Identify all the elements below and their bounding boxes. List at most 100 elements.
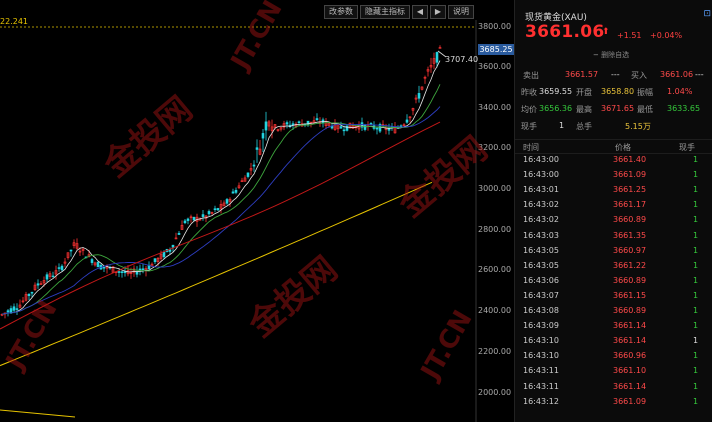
tick-time: 16:43:02 bbox=[523, 200, 559, 210]
candle-body bbox=[264, 121, 268, 131]
candle-body bbox=[117, 271, 121, 273]
tick-row: 16:43:02 3661.17 1 bbox=[515, 197, 712, 212]
candle-body bbox=[45, 274, 49, 280]
yaxis-tick: 3000.00 bbox=[478, 184, 512, 193]
candle-body bbox=[141, 268, 145, 271]
tick-row: 16:43:02 3660.89 1 bbox=[515, 212, 712, 227]
tick-row: 16:43:10 3660.96 1 bbox=[515, 348, 712, 363]
tick-price: 3661.10 bbox=[613, 366, 647, 376]
candle-body bbox=[345, 125, 349, 131]
tick-time: 16:43:02 bbox=[523, 215, 559, 225]
tick-price: 3661.40 bbox=[613, 155, 647, 164]
tick-volume: 1 bbox=[693, 215, 699, 225]
candle-body bbox=[90, 259, 94, 263]
stat-value: 3633.65 bbox=[667, 104, 701, 113]
candle-body bbox=[417, 93, 421, 99]
tick-row: 16:43:06 3660.89 1 bbox=[515, 273, 712, 288]
stat-label: 昨收 bbox=[521, 88, 537, 97]
candle-body bbox=[15, 308, 19, 310]
candle-body bbox=[60, 265, 64, 271]
tick-time: 16:43:10 bbox=[523, 351, 559, 361]
indicator-line bbox=[0, 409, 76, 418]
candle-body bbox=[297, 121, 301, 124]
tick-time: 16:43:00 bbox=[523, 170, 559, 180]
candle-body bbox=[375, 127, 379, 130]
candle-body bbox=[123, 271, 127, 274]
tick-volume: 1 bbox=[693, 306, 699, 315]
add-watchlist-icon[interactable]: ⊡ bbox=[703, 9, 711, 19]
stat-label: 最高 bbox=[576, 105, 592, 114]
stats-row: 昨收 3659.55 开盘 3658.80 振幅 1.04% bbox=[521, 84, 712, 101]
tick-price: 3661.09 bbox=[613, 396, 647, 406]
orderbook-row: 卖出 3661.57 --- 买入 3661.06 --- bbox=[519, 66, 712, 84]
tick-time: 16:43:05 bbox=[523, 245, 559, 255]
left-arrow-icon[interactable]: ◀ bbox=[412, 5, 428, 19]
tick-time: 16:43:10 bbox=[523, 336, 559, 346]
tick-price: 3660.89 bbox=[613, 306, 647, 315]
quote-panel: 现货黄金(XAU) ⊡ 3661.06 ⬆ +1.51 +0.04% − 删除自… bbox=[514, 0, 712, 422]
price-change: +1.51 bbox=[617, 31, 642, 40]
stats-row: 现手 1 总手 5.15万 bbox=[521, 118, 712, 135]
tick-row: 16:43:12 3661.09 1 bbox=[515, 394, 712, 409]
yaxis-tick: 2400.00 bbox=[478, 306, 512, 315]
help-button[interactable]: 说明 bbox=[448, 5, 474, 19]
candle-body bbox=[369, 123, 373, 125]
tick-price: 3661.22 bbox=[613, 260, 647, 270]
candle-body bbox=[285, 122, 289, 125]
candle-body bbox=[12, 306, 16, 311]
candle-body bbox=[435, 52, 439, 63]
price-chart-area[interactable]: 22.241 改参数 隐藏主指标 ◀ ▶ 说明 3800.00 3685.25 … bbox=[0, 0, 514, 422]
tick-time: 16:43:12 bbox=[523, 396, 559, 406]
tick-volume: 1 bbox=[693, 230, 699, 240]
tick-time: 16:43:11 bbox=[523, 366, 559, 376]
change-params-button[interactable]: 改参数 bbox=[324, 5, 358, 19]
tick-volume: 1 bbox=[693, 381, 699, 391]
price-change-pct: +0.04% bbox=[650, 31, 683, 40]
candle-body bbox=[36, 283, 40, 286]
tick-volume: 1 bbox=[693, 200, 699, 210]
chart-toolbar: 改参数 隐藏主指标 ◀ ▶ 说明 bbox=[324, 5, 474, 19]
tick-time: 16:43:07 bbox=[523, 290, 559, 300]
stat-value: 1 bbox=[559, 121, 565, 130]
candle-body bbox=[246, 172, 250, 177]
tick-price: 3660.89 bbox=[613, 275, 647, 285]
yaxis-tick: 2200.00 bbox=[478, 347, 512, 356]
ma-long-line bbox=[0, 121, 441, 330]
candle-body bbox=[177, 232, 181, 235]
tick-time: 16:43:05 bbox=[523, 260, 559, 270]
candle-body bbox=[207, 211, 211, 215]
tick-row: 16:43:05 3660.97 1 bbox=[515, 243, 712, 258]
candlestick-chart[interactable] bbox=[0, 0, 514, 422]
tick-price: 3661.14 bbox=[613, 381, 647, 391]
candle-body bbox=[315, 118, 319, 121]
candle-body bbox=[291, 123, 295, 126]
tick-time: 16:43:09 bbox=[523, 321, 559, 331]
candle-body bbox=[213, 208, 217, 211]
candle-body bbox=[216, 208, 220, 211]
stat-value: 1.04% bbox=[667, 87, 693, 96]
candle-body bbox=[255, 147, 259, 150]
stat-label: 均价 bbox=[521, 105, 537, 114]
yaxis-tick: 3400.00 bbox=[478, 103, 512, 112]
candle-body bbox=[69, 249, 73, 252]
tick-time: 16:43:08 bbox=[523, 306, 559, 315]
right-arrow-icon[interactable]: ▶ bbox=[430, 5, 446, 19]
yaxis-tick: 3200.00 bbox=[478, 143, 512, 152]
candle-body bbox=[51, 275, 55, 278]
candle-body bbox=[96, 261, 100, 268]
tick-price: 3661.17 bbox=[613, 200, 647, 210]
hide-indicator-button[interactable]: 隐藏主指标 bbox=[360, 5, 410, 19]
tick-price: 3661.14 bbox=[613, 321, 647, 331]
tick-price: 3660.89 bbox=[613, 215, 647, 225]
tick-row: 16:43:10 3661.14 1 bbox=[515, 333, 712, 348]
tick-time: 16:43:01 bbox=[523, 185, 559, 195]
current-price-tag: 3685.25 bbox=[478, 44, 514, 55]
stat-label: 最低 bbox=[637, 105, 653, 114]
tick-volume: 1 bbox=[693, 260, 699, 270]
delete-watchlist-button[interactable]: − 删除自选 bbox=[593, 50, 629, 60]
tick-price: 3660.96 bbox=[613, 351, 647, 361]
tick-volume: 1 bbox=[693, 336, 699, 346]
last-price: 3661.06 bbox=[525, 22, 605, 42]
candle-body bbox=[153, 258, 157, 263]
ma-mid-line bbox=[1, 84, 441, 315]
